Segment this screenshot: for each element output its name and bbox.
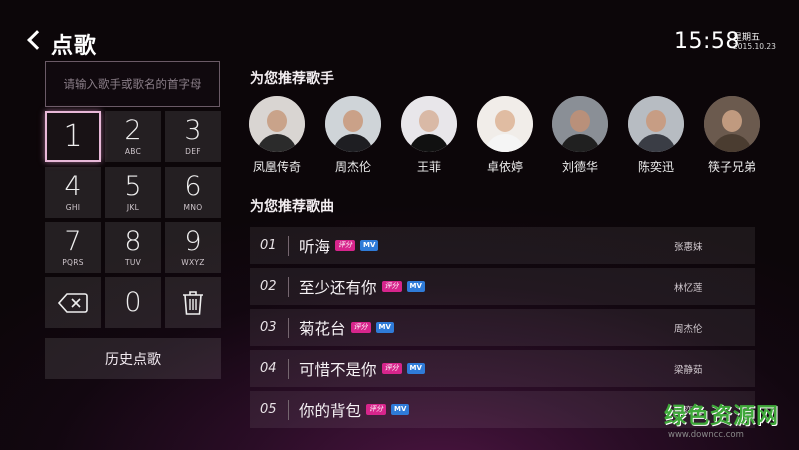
clock-date: 2015.10.23 <box>733 42 776 51</box>
song-title: 你的背包 <box>299 401 362 420</box>
key-letters: JKL <box>126 203 140 212</box>
trash-icon <box>183 290 203 315</box>
key-digit: 3 <box>184 115 202 146</box>
mv-badge: MV <box>360 240 379 251</box>
key-letters: PQRS <box>62 258 84 267</box>
song-title: 菊花台 <box>299 319 346 338</box>
singer-name: 陈奕迅 <box>637 160 674 174</box>
singer-name: 卓依婷 <box>486 160 523 174</box>
singer-name: 周杰伦 <box>334 160 371 174</box>
mv-badge: MV <box>375 322 394 333</box>
key-4[interactable]: 4 GHI <box>45 167 101 218</box>
watermark-logo: 绿色资源网 <box>664 404 780 429</box>
singer-avatar <box>552 96 608 152</box>
key-9[interactable]: 9 WXYZ <box>165 222 221 273</box>
score-badge: 评分 <box>350 322 371 333</box>
singer-item[interactable]: 周杰伦 <box>318 96 388 175</box>
key-letters: ABC <box>124 147 142 156</box>
back-arrow-icon[interactable] <box>26 30 42 50</box>
clear-key[interactable] <box>165 277 221 328</box>
divider <box>288 235 289 256</box>
singer-item[interactable]: 陈奕迅 <box>621 96 691 175</box>
key-digit: 1 <box>63 118 83 154</box>
history-songs-button[interactable]: 历史点歌 <box>45 338 221 379</box>
key-letters: DEF <box>185 147 201 156</box>
watermark-url: www.downcc.com <box>668 430 744 440</box>
key-7[interactable]: 7 PQRS <box>45 222 101 273</box>
mv-badge: MV <box>406 281 425 292</box>
key-letters: WXYZ <box>181 258 205 267</box>
key-2[interactable]: 2 ABC <box>105 111 161 162</box>
song-index: 04 <box>260 361 277 376</box>
header: 点歌 15:58 星期五 2015.10.23 <box>0 0 799 59</box>
singer-avatar <box>325 96 381 152</box>
key-3[interactable]: 3 DEF <box>165 111 221 162</box>
song-title: 可惜不是你 <box>299 360 377 379</box>
key-6[interactable]: 6 MNO <box>165 167 221 218</box>
mv-badge: MV <box>406 363 425 374</box>
song-artist: 林忆莲 <box>674 282 703 294</box>
score-badge: 评分 <box>366 404 387 415</box>
song-row[interactable]: 01 听海 评分 MV 张惠妹 <box>250 227 755 264</box>
clock-time: 15:58 <box>674 29 740 54</box>
singer-item[interactable]: 卓依婷 <box>470 96 540 175</box>
song-title: 至少还有你 <box>299 278 377 297</box>
singer-item[interactable]: 筷子兄弟 <box>697 96 767 175</box>
song-row[interactable]: 04 可惜不是你 评分 MV 梁静茹 <box>250 350 755 387</box>
page-title: 点歌 <box>51 34 98 59</box>
song-title: 听海 <box>299 237 331 256</box>
song-artist: 周杰伦 <box>674 323 703 335</box>
song-index: 02 <box>260 279 277 294</box>
singer-avatar <box>628 96 684 152</box>
divider <box>288 358 289 379</box>
watermark: 绿色资源网 www.downcc.com <box>664 398 784 440</box>
key-digit: 2 <box>124 115 142 146</box>
song-index: 05 <box>260 402 277 417</box>
key-0[interactable]: 0 <box>105 277 161 328</box>
singer-name: 筷子兄弟 <box>707 160 756 174</box>
singer-item[interactable]: 凤凰传奇 <box>242 96 312 175</box>
singer-name: 凤凰传奇 <box>252 160 301 174</box>
key-5[interactable]: 5 JKL <box>105 167 161 218</box>
singer-item[interactable]: 刘德华 <box>545 96 615 175</box>
key-digit: 7 <box>64 226 82 257</box>
singer-name: 王菲 <box>416 160 441 174</box>
key-letters: GHI <box>65 203 81 212</box>
search-input[interactable]: 请输入歌手或歌名的首字母 <box>45 61 220 107</box>
key-1[interactable]: 1 <box>45 111 101 162</box>
key-digit: 6 <box>184 171 202 202</box>
singer-avatar <box>477 96 533 152</box>
score-badge: 评分 <box>381 363 402 374</box>
singer-avatar <box>401 96 457 152</box>
divider <box>288 276 289 297</box>
score-badge: 评分 <box>335 240 356 251</box>
song-artist: 梁静茹 <box>674 364 703 376</box>
song-row[interactable]: 02 至少还有你 评分 MV 林忆莲 <box>250 268 755 305</box>
key-letters: MNO <box>183 203 203 212</box>
song-artist: 张惠妹 <box>674 241 703 253</box>
backspace-key[interactable] <box>45 277 101 328</box>
songs-section-title: 为您推荐歌曲 <box>250 199 334 215</box>
key-letters: TUV <box>124 258 142 267</box>
divider <box>288 317 289 338</box>
song-index: 01 <box>260 238 277 253</box>
key-digit: 4 <box>64 171 82 202</box>
mv-badge: MV <box>391 404 410 415</box>
singers-section-title: 为您推荐歌手 <box>250 71 334 87</box>
singer-avatar <box>704 96 760 152</box>
score-badge: 评分 <box>381 281 402 292</box>
key-8[interactable]: 8 TUV <box>105 222 161 273</box>
key-digit: 8 <box>124 226 142 257</box>
song-index: 03 <box>260 320 277 335</box>
singer-name: 刘德华 <box>561 160 598 174</box>
key-digit: 5 <box>124 171 142 202</box>
key-digit: 9 <box>184 226 202 257</box>
song-row[interactable]: 03 菊花台 评分 MV 周杰伦 <box>250 309 755 346</box>
singer-avatar <box>249 96 305 152</box>
singer-item[interactable]: 王菲 <box>394 96 464 175</box>
divider <box>288 399 289 420</box>
backspace-icon <box>58 292 88 313</box>
key-digit: 0 <box>124 286 142 318</box>
